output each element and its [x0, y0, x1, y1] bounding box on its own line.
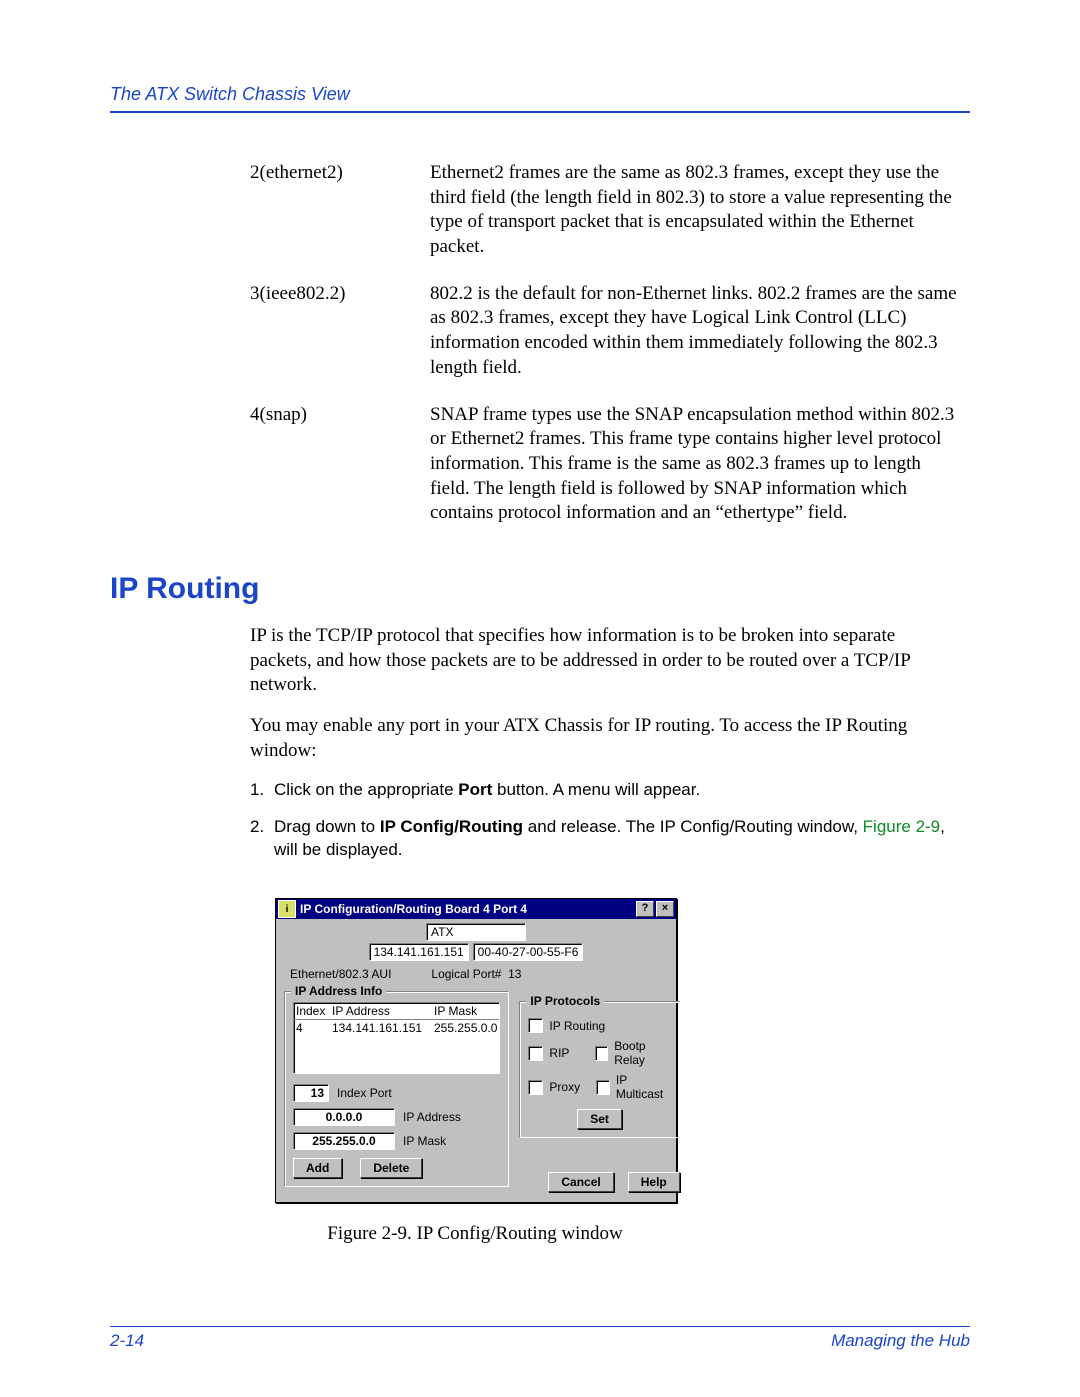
titlebar[interactable]: i IP Configuration/Routing Board 4 Port … [276, 899, 676, 919]
step-number: 2. [250, 816, 274, 862]
ip-routing-checkbox[interactable] [528, 1018, 543, 1033]
help-button[interactable]: Help [628, 1172, 680, 1192]
definition-list: 2(ethernet2) Ethernet2 frames are the sa… [250, 161, 960, 526]
bold-text: Port [458, 780, 492, 799]
rip-label: RIP [549, 1046, 569, 1060]
definition-row: 2(ethernet2) Ethernet2 frames are the sa… [250, 161, 960, 260]
step-list: 1. Click on the appropriate Port button.… [250, 779, 960, 862]
definition-term: 4(snap) [250, 403, 430, 526]
cell-mask: 255.255.0.0 [434, 1021, 497, 1035]
definition-row: 4(snap) SNAP frame types use the SNAP en… [250, 403, 960, 526]
ip-routing-label: IP Routing [549, 1019, 605, 1033]
ip-mask-input[interactable]: 255.255.0.0 [293, 1132, 395, 1150]
add-button[interactable]: Add [293, 1158, 342, 1178]
cancel-button[interactable]: Cancel [548, 1172, 613, 1192]
col-mask: IP Mask [434, 1004, 497, 1018]
ip-address-table[interactable]: Index IP Address IP Mask 4 134.141.161.1… [293, 1002, 500, 1074]
definition-body: 802.2 is the default for non-Ethernet li… [430, 282, 960, 381]
ip-address-input[interactable]: 0.0.0.0 [293, 1108, 395, 1126]
group-legend: IP Protocols [526, 994, 604, 1008]
ip-config-dialog: i IP Configuration/Routing Board 4 Port … [275, 898, 677, 1203]
running-header: The ATX Switch Chassis View [110, 84, 970, 111]
index-port-input[interactable]: 13 [293, 1084, 329, 1102]
step-item: 2. Drag down to IP Config/Routing and re… [250, 816, 960, 862]
body-text: IP is the TCP/IP protocol that specifies… [250, 624, 960, 763]
group-legend: IP Address Info [291, 984, 386, 998]
ip-multicast-label: IP Multicast [616, 1073, 671, 1101]
col-ip: IP Address [332, 1004, 434, 1018]
logical-port-value: 13 [508, 967, 521, 981]
col-index: Index [296, 1004, 332, 1018]
step-number: 1. [250, 779, 274, 802]
page-footer: 2-14 Managing the Hub [110, 1326, 970, 1351]
footer-rule [110, 1326, 970, 1327]
bootp-relay-checkbox[interactable] [595, 1046, 608, 1061]
close-icon[interactable]: × [656, 901, 674, 917]
text: and release. The IP Config/Routing windo… [523, 817, 863, 836]
logical-port-label: Logical Port# 13 [431, 967, 521, 981]
ip-protocols-group: IP Protocols IP Routing RIP [519, 1001, 679, 1138]
text: Logical Port# [431, 967, 501, 981]
section-heading: IP Routing [110, 572, 970, 606]
step-text: Click on the appropriate Port button. A … [274, 779, 700, 802]
text: Drag down to [274, 817, 380, 836]
definition-row: 3(ieee802.2) 802.2 is the default for no… [250, 282, 960, 381]
ip-multicast-checkbox[interactable] [596, 1080, 610, 1095]
help-icon[interactable]: ? [636, 901, 654, 917]
media-type-label: Ethernet/802.3 AUI [290, 967, 391, 981]
dialog-body: ATX 134.141.161.151 00-40-27-00-55-F6 Et… [276, 919, 676, 1202]
header-rule [110, 111, 970, 113]
window-title: IP Configuration/Routing Board 4 Port 4 [300, 902, 527, 916]
figure: i IP Configuration/Routing Board 4 Port … [275, 898, 970, 1245]
rip-checkbox[interactable] [528, 1046, 543, 1061]
cell-ip: 134.141.161.151 [332, 1021, 434, 1035]
index-port-label: Index Port [337, 1086, 392, 1100]
device-ip-field: 134.141.161.151 [369, 943, 469, 961]
app-icon: i [278, 900, 296, 918]
bold-text: IP Config/Routing [380, 817, 523, 836]
step-item: 1. Click on the appropriate Port button.… [250, 779, 960, 802]
delete-button[interactable]: Delete [360, 1158, 422, 1178]
definition-term: 2(ethernet2) [250, 161, 430, 260]
ip-address-label: IP Address [403, 1110, 461, 1124]
proxy-checkbox[interactable] [528, 1080, 543, 1095]
cell-index: 4 [296, 1021, 332, 1035]
page-number: 2-14 [110, 1331, 144, 1351]
figure-caption: Figure 2-9. IP Config/Routing window [215, 1223, 735, 1245]
bootp-relay-label: Bootp Relay [614, 1039, 671, 1067]
device-name-field: ATX [426, 923, 526, 941]
paragraph: You may enable any port in your ATX Chas… [250, 714, 960, 763]
table-row[interactable]: 4 134.141.161.151 255.255.0.0 [294, 1020, 499, 1036]
page: The ATX Switch Chassis View 2(ethernet2)… [0, 0, 1080, 1397]
paragraph: IP is the TCP/IP protocol that specifies… [250, 624, 960, 698]
definition-body: Ethernet2 frames are the same as 802.3 f… [430, 161, 960, 260]
set-button[interactable]: Set [577, 1109, 622, 1129]
figure-reference-link[interactable]: Figure 2-9 [863, 817, 940, 836]
proxy-label: Proxy [549, 1080, 580, 1094]
definition-term: 3(ieee802.2) [250, 282, 430, 381]
footer-title: Managing the Hub [831, 1331, 970, 1351]
text: button. A menu will appear. [492, 780, 700, 799]
text: Click on the appropriate [274, 780, 458, 799]
step-text: Drag down to IP Config/Routing and relea… [274, 816, 960, 862]
device-mac-field: 00-40-27-00-55-F6 [473, 943, 584, 961]
ip-mask-label: IP Mask [403, 1134, 446, 1148]
ip-address-info-group: IP Address Info Index IP Address IP Mask… [284, 991, 509, 1187]
definition-body: SNAP frame types use the SNAP encapsulat… [430, 403, 960, 526]
